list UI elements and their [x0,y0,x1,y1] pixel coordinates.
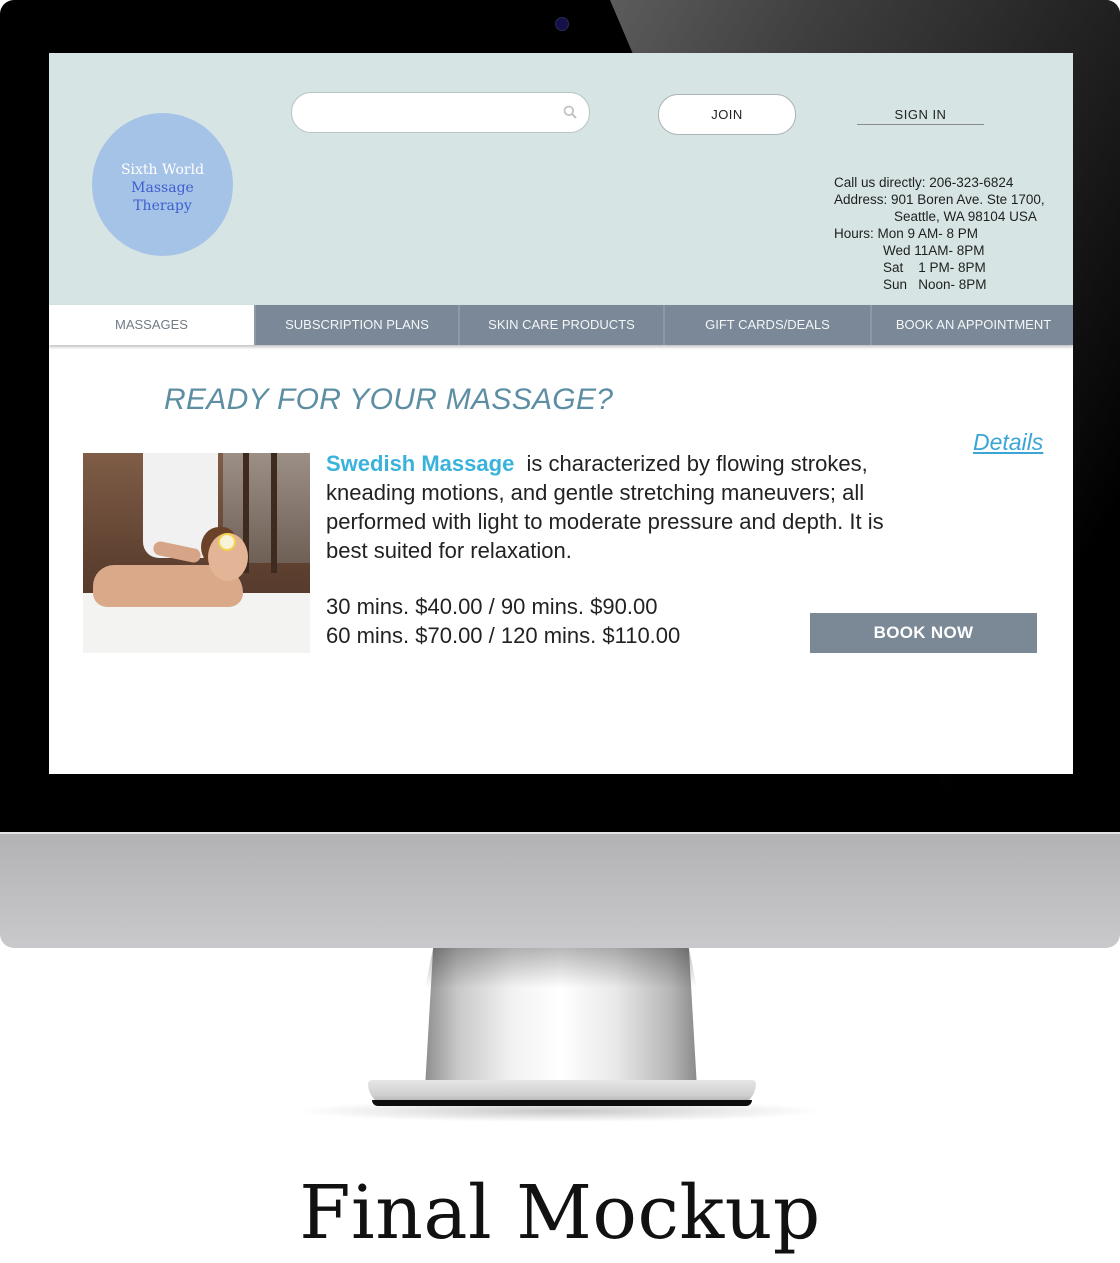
contact-hours-sun: Sun Noon- 8PM [883,277,987,292]
contact-hours-mon: Hours: Mon 9 AM- 8 PM [834,226,979,241]
tab-book-an-appointment[interactable]: BOOK AN APPOINTMENT [870,305,1073,345]
flower-icon [218,533,236,551]
contact-address-line-2: Seattle, WA 98104 USA [894,209,1037,224]
page-headline: READY FOR YOUR MASSAGE? [164,383,614,416]
logo-text: Sixth World Massage Therapy [92,161,233,215]
contact-hours-wed: Wed 11AM- 8PM [883,243,985,258]
website-screen: Sixth World Massage Therapy JOIN SIGN IN… [49,53,1073,774]
details-link[interactable]: Details [973,429,1043,456]
webcam-icon [555,17,569,31]
logo-line-3: Therapy [133,198,192,214]
book-now-button[interactable]: BOOK NOW [810,613,1037,653]
contact-address-line-1: Address: 901 Boren Ave. Ste 1700, [834,192,1045,207]
tab-gift-cards-deals[interactable]: GIFT CARDS/DEALS [663,305,870,345]
price-line-2: 60 mins. $70.00 / 120 mins. $110.00 [326,623,681,648]
logo-line-1: Sixth World [120,162,205,178]
join-button[interactable]: JOIN [658,94,796,135]
mockup-caption: Final Mockup [299,1170,821,1256]
photo-blind [271,453,277,573]
monitor-chin [0,832,1120,948]
massage-description: Swedish Massage is characterized by flow… [326,449,926,565]
search-icon[interactable] [563,105,577,119]
contact-phone: Call us directly: 206-323-6824 [834,175,1014,190]
tab-subscription-plans[interactable]: SUBSCRIPTION PLANS [254,305,458,345]
price-line-1: 30 mins. $40.00 / 90 mins. $90.00 [326,594,658,619]
main-nav: MASSAGES SUBSCRIPTION PLANS SKIN CARE PR… [49,305,1073,345]
site-header: Sixth World Massage Therapy JOIN SIGN IN… [49,53,1073,305]
contact-hours-sat: Sat 1 PM- 8PM [883,260,986,275]
sign-in-link[interactable]: SIGN IN [857,107,984,125]
tab-skin-care-products[interactable]: SKIN CARE PRODUCTS [458,305,663,345]
contact-info: Call us directly: 206-323-6824 Address: … [834,174,1069,293]
massage-photo [83,453,310,653]
logo-line-2: Massage [131,180,194,196]
monitor-chin-edge [0,832,1120,834]
monitor-bezel: Sixth World Massage Therapy JOIN SIGN IN… [0,0,1120,832]
tab-massages[interactable]: MASSAGES [49,305,254,345]
massage-name[interactable]: Swedish Massage [326,451,514,476]
site-logo[interactable]: Sixth World Massage Therapy [92,113,233,256]
search-input[interactable] [291,92,590,133]
monitor-base-edge [372,1100,752,1106]
monitor-stand-shade [425,948,697,988]
